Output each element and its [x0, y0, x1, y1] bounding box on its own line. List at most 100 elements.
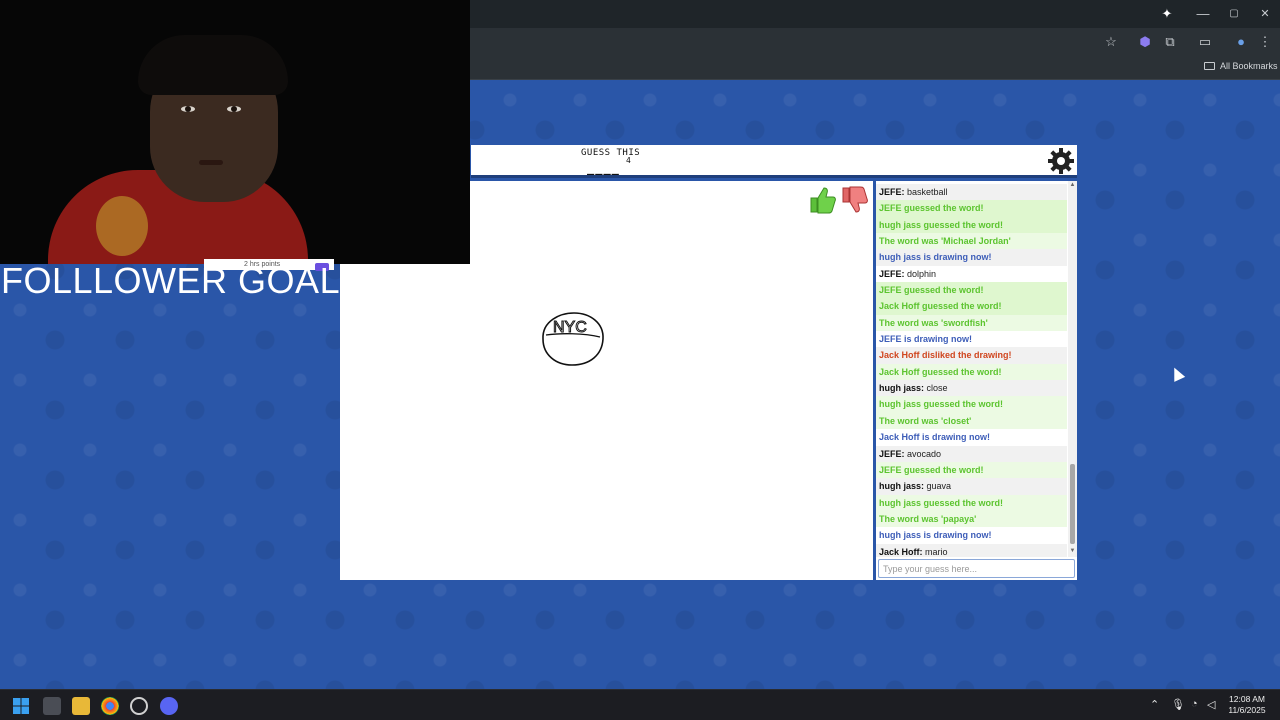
chat-message: Jack Hoff guessed the word!: [876, 298, 1067, 315]
obs-icon[interactable]: [130, 697, 148, 715]
tab-search-icon[interactable]: ▭: [1196, 34, 1214, 50]
scroll-down-arrow-icon[interactable]: ▼: [1069, 548, 1076, 554]
chat-sender: JEFE:: [879, 448, 905, 459]
chat-sender: JEFE:: [879, 268, 905, 279]
chat-text: basketball: [904, 187, 948, 197]
chat-text: dolphin: [904, 268, 937, 279]
chat-message: JEFE: dolphin: [876, 266, 1067, 282]
menu-icon[interactable]: ⋮: [1256, 34, 1274, 50]
chat-text: The word was 'closet': [879, 415, 972, 426]
chat-sender: Jack Hoff:: [879, 546, 923, 557]
clock-time: 12:08 AM: [1229, 694, 1265, 704]
guess-input[interactable]: [878, 559, 1075, 578]
canvas-drawing: NYC: [542, 312, 604, 366]
chat-text: JEFE guessed the word!: [879, 203, 984, 214]
chat-sender: JEFE:: [879, 187, 905, 197]
wifi-icon[interactable]: ◔: [1191, 698, 1198, 710]
thumbs-down-icon[interactable]: [840, 185, 868, 215]
drawing-label: NYC: [553, 319, 587, 336]
chat-message: hugh jass is drawing now!: [876, 249, 1067, 266]
scroll-thumb[interactable]: [1070, 464, 1075, 544]
chrome-icon[interactable]: [101, 697, 119, 715]
chat-text: The word was 'swordfish': [879, 317, 988, 328]
chat-message: JEFE guessed the word!: [876, 282, 1067, 299]
chat-message: The word was 'closet': [876, 412, 1067, 430]
folder-icon: [1204, 62, 1215, 70]
scroll-up-arrow-icon[interactable]: ▲: [1069, 182, 1076, 188]
windows-start-icon[interactable]: [12, 697, 30, 715]
chat-message: The word was 'papaya': [876, 510, 1067, 528]
chat-text: JEFE guessed the word!: [879, 464, 984, 475]
chat-message-list[interactable]: JEFE: basketball JEFE guessed the word! hu…: [876, 181, 1067, 557]
chat-text: The word was 'papaya': [879, 513, 977, 524]
chat-text: guava: [924, 481, 952, 492]
taskbar: ⌃ 🎙 ◔ ◁ 12:08 AM 11/6/2025: [0, 689, 1280, 720]
webcam-eye-left: [181, 106, 195, 112]
chat-text: hugh jass guessed the word!: [879, 497, 1004, 508]
maximize-button[interactable]: ▢: [1225, 6, 1243, 22]
chat-text: JEFE is drawing now!: [879, 334, 973, 345]
chat-message: hugh jass is drawing now!: [876, 527, 1067, 543]
discord-icon[interactable]: [160, 697, 178, 715]
webcam-eye-right: [227, 106, 241, 112]
chat-text: The word was 'Michael Jordan': [879, 236, 1011, 247]
chat-message: hugh jass guessed the word!: [876, 396, 1067, 413]
chat-text: Jack Hoff disliked the drawing!: [879, 350, 1012, 361]
chat-message: JEFE: avocado: [876, 445, 1067, 462]
webcam-overlay: [0, 0, 470, 264]
minimize-button[interactable]: —: [1194, 6, 1212, 22]
chat-message: The word was 'swordfish': [876, 314, 1067, 332]
chat-text: hugh jass is drawing now!: [879, 530, 992, 541]
chat-message: JEFE is drawing now!: [876, 331, 1067, 347]
chat-text: close: [924, 383, 948, 394]
ai-sparkle-icon[interactable]: ✦: [1158, 6, 1176, 22]
chat-message: hugh jass guessed the word!: [876, 494, 1067, 511]
chat-text: Jack Hoff guessed the word!: [879, 301, 1002, 312]
chat-text: hugh jass guessed the word!: [879, 219, 1004, 230]
chat-text: avocado: [904, 448, 942, 459]
chat-message: hugh jass: guava: [876, 478, 1067, 495]
chat-panel: JEFE: basketball JEFE guessed the word! hu…: [876, 181, 1077, 580]
game-header: GUESS THIS 4 ____: [471, 145, 1077, 178]
clock-date: 11/6/2025: [1228, 705, 1266, 715]
extension-shield-icon[interactable]: ⬢: [1136, 34, 1154, 50]
chat-scrollbar[interactable]: ▲ ▼: [1068, 181, 1077, 557]
system-clock[interactable]: 12:08 AM 11/6/2025: [1222, 694, 1272, 716]
chat-text: JEFE guessed the word!: [879, 285, 984, 296]
chat-text: mario: [922, 546, 948, 557]
webcam-mouth: [199, 160, 223, 165]
chat-text: Jack Hoff guessed the word!: [879, 366, 1002, 377]
chat-message: JEFE guessed the word!: [876, 200, 1067, 217]
chat-sender: hugh jass:: [879, 481, 925, 492]
star-icon[interactable]: ☆: [1102, 34, 1120, 50]
close-button[interactable]: ✕: [1256, 6, 1274, 22]
letter-count: 4: [626, 156, 631, 165]
chat-message: JEFE guessed the word!: [876, 461, 1067, 479]
settings-gear-icon[interactable]: [1047, 147, 1075, 175]
volume-icon[interactable]: ◁: [1207, 698, 1215, 711]
chat-message: hugh jass guessed the word!: [876, 216, 1067, 234]
chat-text: hugh jass is drawing now!: [879, 252, 992, 263]
follower-goal-text: FOLLLOWER GOAL: [1, 260, 341, 301]
chat-message: Jack Hoff is drawing now!: [876, 429, 1067, 445]
chat-sender: hugh jass:: [879, 383, 925, 394]
chat-message: Jack Hoff disliked the drawing!: [876, 347, 1067, 364]
webcam-hair: [138, 35, 288, 95]
shirt-crest: [96, 196, 148, 256]
chat-text: hugh jass guessed the word!: [879, 399, 1004, 410]
chat-message: Jack Hoff: mario: [876, 543, 1067, 557]
word-blanks: ____: [587, 161, 620, 175]
profile-avatar-icon[interactable]: ●: [1232, 34, 1250, 50]
task-view-icon[interactable]: [43, 697, 61, 715]
chat-message: Jack Hoff guessed the word!: [876, 363, 1067, 381]
chat-message: hugh jass: close: [876, 380, 1067, 397]
microphone-icon[interactable]: 🎙: [1171, 698, 1185, 711]
chat-text: Jack Hoff is drawing now!: [879, 432, 991, 443]
file-explorer-icon[interactable]: [72, 697, 90, 715]
thumbs-up-icon[interactable]: [808, 185, 836, 215]
extensions-icon[interactable]: ⧉: [1161, 34, 1179, 50]
chat-message: The word was 'Michael Jordan': [876, 233, 1067, 250]
all-bookmarks-link[interactable]: All Bookmarks: [1220, 61, 1278, 71]
tray-overflow-icon[interactable]: ⌃: [1150, 698, 1159, 711]
guess-this-label: GUESS THIS: [581, 148, 641, 158]
